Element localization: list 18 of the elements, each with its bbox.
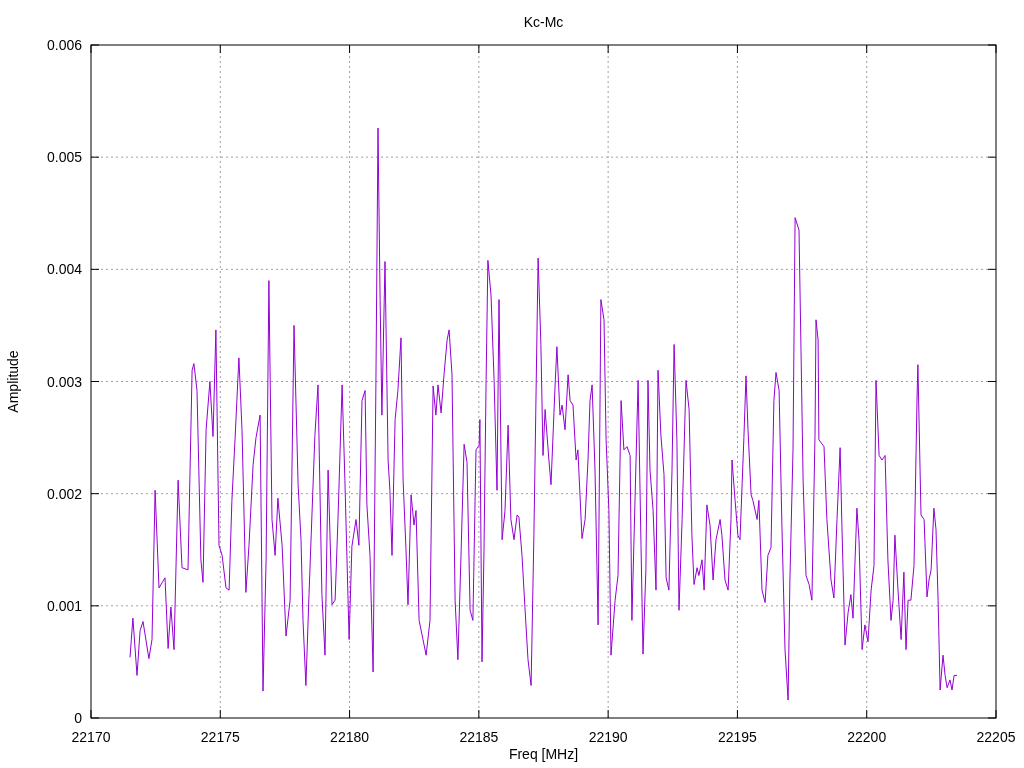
- tick-label: 22190: [588, 729, 628, 745]
- y-axis-label: Amplitude: [5, 350, 21, 413]
- tick-label: 22200: [847, 729, 887, 745]
- tick-label: 22195: [717, 729, 757, 745]
- x-axis-label: Freq [MHz]: [508, 746, 579, 762]
- tick-label: 0.002: [46, 485, 82, 502]
- tick-label: 0.001: [46, 597, 82, 614]
- tick-label: 0.005: [46, 149, 82, 166]
- tick-label: 0.003: [46, 373, 82, 390]
- tick-label: 22180: [330, 729, 370, 745]
- tick-label: 0: [74, 710, 82, 726]
- tick-label: 22170: [71, 729, 111, 745]
- tick-label: 0.004: [46, 261, 82, 278]
- chart-title: Kc-Mc: [523, 14, 564, 30]
- tick-label: 22205: [976, 729, 1016, 745]
- tick-label: 0.006: [46, 37, 82, 53]
- tick-label: 22185: [459, 729, 499, 745]
- tick-label: 22175: [200, 729, 240, 745]
